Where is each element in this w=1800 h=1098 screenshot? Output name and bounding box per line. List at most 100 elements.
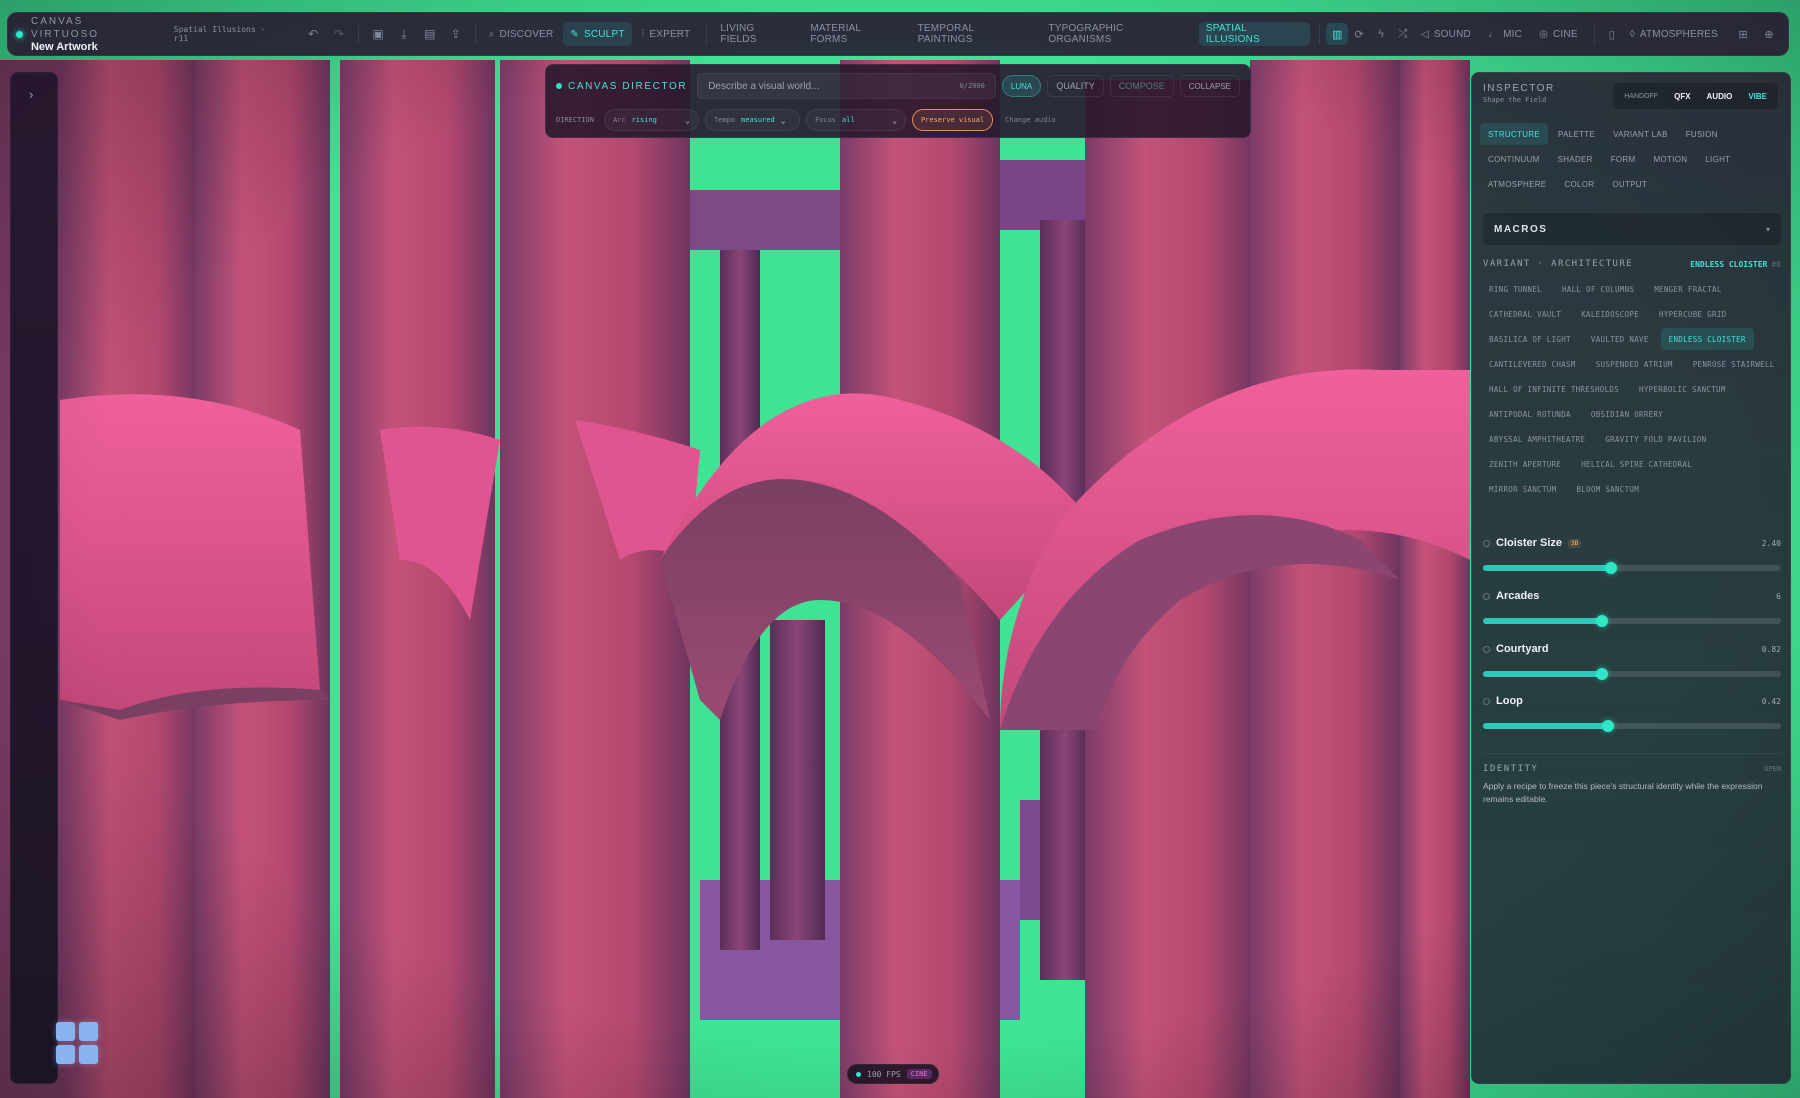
tab-variant-lab[interactable]: VARIANT LAB: [1605, 123, 1676, 145]
variant-chip[interactable]: PENROSE STAIRWELL: [1685, 353, 1783, 375]
variant-chip[interactable]: ANTIPODAL ROTUNDA: [1481, 403, 1579, 425]
cine-button[interactable]: ◎ CINE: [1532, 22, 1585, 46]
tab-color[interactable]: COLOR: [1556, 173, 1602, 195]
identity-description: Apply a recipe to freeze this piece's st…: [1483, 781, 1763, 804]
expert-button[interactable]: ⫶ EXPERT: [635, 22, 698, 46]
tab-continuum[interactable]: CONTINUUM: [1480, 148, 1548, 170]
variant-chip[interactable]: BASILICA OF LIGHT: [1481, 328, 1579, 350]
radio-icon[interactable]: [1483, 645, 1490, 653]
radio-icon[interactable]: [1483, 539, 1490, 547]
tab-atmosphere[interactable]: ATMOSPHERE: [1480, 173, 1554, 195]
variant-chip[interactable]: BLOOM SANCTUM: [1568, 478, 1647, 500]
param-slider[interactable]: [1483, 562, 1781, 574]
focus-select[interactable]: Focus all ⌄: [805, 109, 906, 131]
shuffle-icon[interactable]: ⤮: [1392, 23, 1414, 45]
quality-button[interactable]: QUALITY: [1047, 75, 1104, 97]
refresh-icon[interactable]: ⟳: [1348, 23, 1370, 45]
tab-form[interactable]: FORM: [1603, 148, 1644, 170]
param-slider[interactable]: [1483, 668, 1781, 680]
sculpt-button[interactable]: ✎ SCULPT: [563, 22, 632, 46]
mode-vibe[interactable]: VIBE: [1741, 89, 1774, 104]
param-slider[interactable]: [1483, 720, 1781, 732]
bolt-icon[interactable]: ϟ: [1370, 23, 1392, 45]
document-icon[interactable]: ▯: [1601, 23, 1623, 45]
variant-chip[interactable]: RING TUNNEL: [1481, 278, 1550, 300]
identity-title: IDENTITY: [1483, 764, 1539, 774]
redo-icon[interactable]: ↷: [328, 23, 350, 45]
variant-chip[interactable]: ABYSSAL AMPHITHEATRE: [1481, 428, 1593, 450]
macros-section[interactable]: MACROS ▾: [1483, 213, 1781, 245]
compose-button[interactable]: COMPOSE: [1109, 75, 1174, 97]
variant-chip[interactable]: MENGER FRACTAL: [1646, 278, 1729, 300]
tab-shader[interactable]: SHADER: [1550, 148, 1601, 170]
variant-chip[interactable]: HALL OF INFINITE THRESHOLDS: [1481, 378, 1627, 400]
tab-motion[interactable]: MOTION: [1646, 148, 1696, 170]
slider-handle[interactable]: [1596, 615, 1609, 627]
prompt-input[interactable]: [708, 80, 929, 92]
category-material-forms[interactable]: MATERIAL FORMS: [803, 22, 907, 46]
variant-chip[interactable]: VAULTED NAVE: [1583, 328, 1657, 350]
variant-chip[interactable]: HYPERBOLIC SANCTUM: [1631, 378, 1734, 400]
mode-handoff[interactable]: HANDOFF: [1617, 90, 1665, 103]
tab-palette[interactable]: PALETTE: [1550, 123, 1603, 145]
luna-toggle[interactable]: LUNA: [1001, 75, 1042, 97]
grid-icon[interactable]: ⊞: [1732, 23, 1754, 45]
arc-select[interactable]: Arc rising ⌄: [603, 109, 699, 131]
category-living-fields[interactable]: LIVING FIELDS: [713, 22, 800, 46]
slider-handle[interactable]: [1596, 668, 1609, 680]
chevron-down-icon: ⌄: [685, 115, 690, 125]
windows-logo-icon[interactable]: [56, 1022, 98, 1064]
tab-fusion[interactable]: FUSION: [1678, 123, 1726, 145]
category-spatial-illusions[interactable]: SPATIAL ILLUSIONS: [1198, 22, 1311, 46]
chevron-right-icon[interactable]: ›: [29, 87, 33, 102]
variant-chip[interactable]: KALEIDOSCOPE: [1573, 303, 1647, 325]
variant-chip[interactable]: ZENITH APERTURE: [1481, 453, 1569, 475]
director-title-text: CANVAS DIRECTOR: [568, 80, 688, 92]
slider-handle[interactable]: [1602, 720, 1615, 732]
identity-open-button[interactable]: OPEN: [1764, 765, 1781, 773]
variant-chip[interactable]: CANTILEVERED CHASM: [1481, 353, 1584, 375]
change-audio-button[interactable]: Change audio: [1005, 116, 1056, 124]
share-icon[interactable]: ⇪: [445, 23, 467, 45]
category-temporal-paintings[interactable]: TEMPORAL PAINTINGS: [911, 22, 1039, 46]
undo-icon[interactable]: ↶: [302, 23, 324, 45]
radio-icon[interactable]: [1483, 697, 1490, 705]
document-title[interactable]: New Artwork: [31, 41, 156, 54]
variant-chip[interactable]: HELICAL SPIRE CATHEDRAL: [1573, 453, 1700, 475]
slider-handle[interactable]: [1605, 562, 1618, 574]
discover-button[interactable]: ⌕ DISCOVER: [482, 22, 561, 46]
mic-button[interactable]: ♩ MIC: [1481, 22, 1529, 46]
divider: [358, 24, 360, 44]
mode-qfx[interactable]: QFX: [1667, 89, 1697, 104]
radio-icon[interactable]: [1483, 592, 1490, 600]
variant-chip[interactable]: HALL OF COLUMNS: [1554, 278, 1642, 300]
variant-chip[interactable]: ENDLESS CLOISTER: [1660, 328, 1754, 350]
collapse-button[interactable]: COLLAPSE: [1179, 75, 1240, 97]
sound-label: SOUND: [1433, 28, 1471, 40]
preserve-visual-toggle[interactable]: Preserve visual: [911, 109, 994, 131]
param-slider[interactable]: [1483, 615, 1781, 627]
download-icon[interactable]: ⤓: [393, 23, 415, 45]
columns-icon[interactable]: ▥: [1326, 23, 1349, 45]
category-typographic-organisms[interactable]: TYPOGRAPHIC ORGANISMS: [1041, 22, 1195, 46]
file-icon[interactable]: ▤: [419, 23, 441, 45]
variant-chip[interactable]: HYPERCUBE GRID: [1651, 303, 1734, 325]
variant-chip[interactable]: CATHEDRAL VAULT: [1481, 303, 1569, 325]
cine-badge[interactable]: CINE: [906, 1069, 932, 1079]
variant-chip[interactable]: GRAVITY FOLD PAVILION: [1597, 428, 1714, 450]
expert-label: EXPERT: [649, 28, 691, 40]
sculpt-label: SCULPT: [583, 28, 625, 40]
zoom-icon[interactable]: ⊕: [1758, 23, 1780, 45]
tab-structure[interactable]: STRUCTURE: [1480, 123, 1549, 145]
tab-light[interactable]: LIGHT: [1697, 148, 1738, 170]
mode-audio[interactable]: AUDIO: [1700, 89, 1740, 104]
variant-chip[interactable]: SUSPENDED ATRIUM: [1588, 353, 1681, 375]
variant-chip[interactable]: MIRROR SANCTUM: [1481, 478, 1564, 500]
prompt-field[interactable]: 0/2000: [697, 73, 996, 99]
atmospheres-button[interactable]: ◊ ATMOSPHERES: [1623, 22, 1725, 46]
tempo-select[interactable]: Tempo measured ⌄: [704, 109, 800, 131]
variant-chip[interactable]: OBSIDIAN ORRERY: [1583, 403, 1671, 425]
sound-button[interactable]: ◁ SOUND: [1414, 22, 1478, 46]
save-icon[interactable]: ▣: [367, 23, 389, 45]
tab-output[interactable]: OUTPUT: [1604, 173, 1655, 195]
